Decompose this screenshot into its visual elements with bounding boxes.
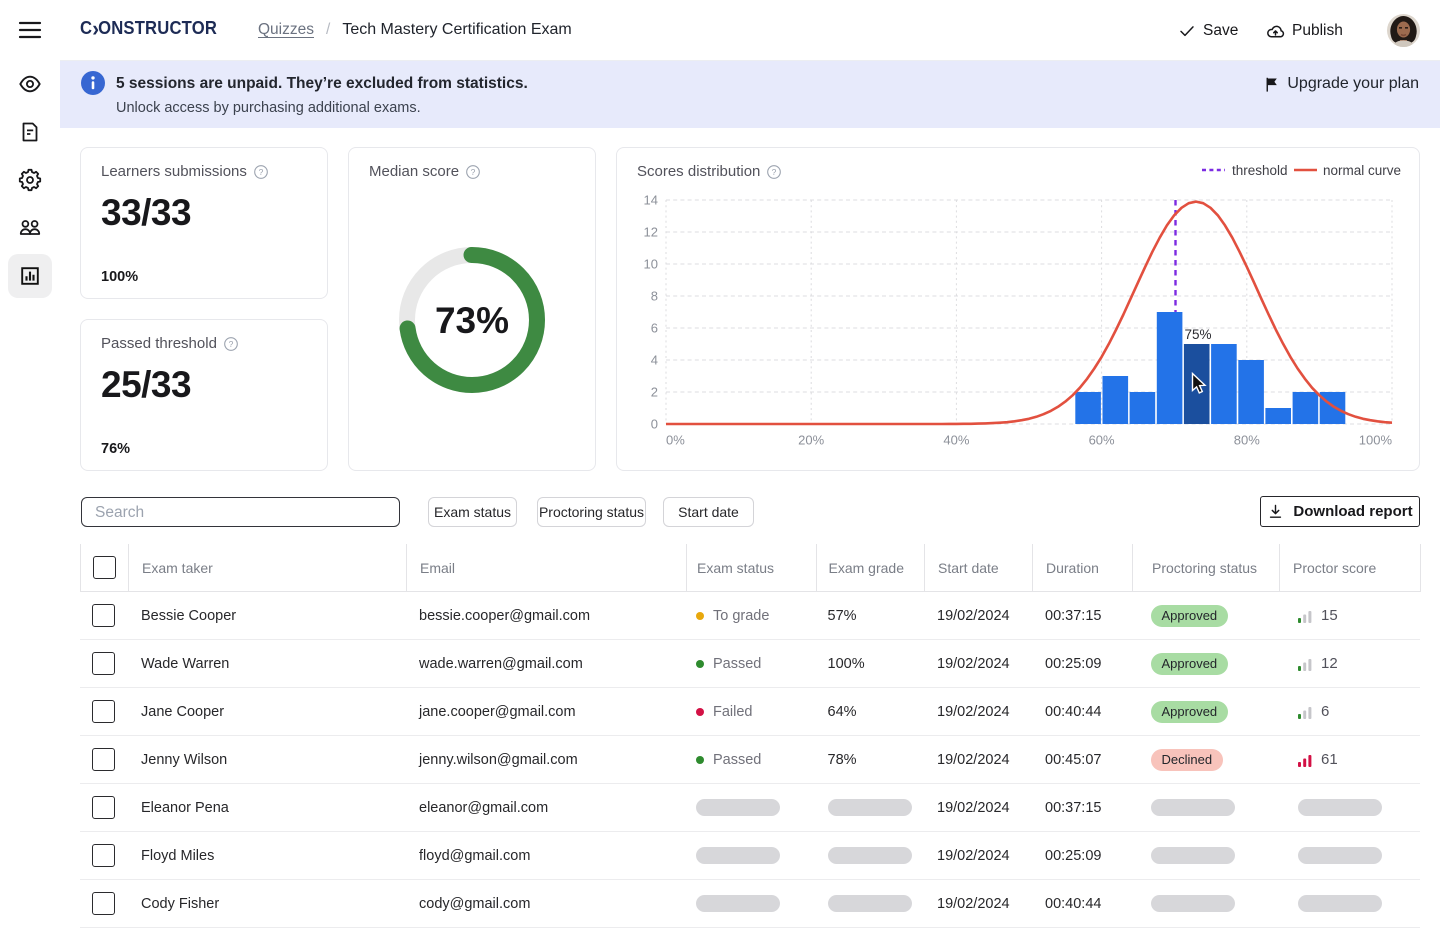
svg-text:75%: 75% [1184,327,1211,342]
svg-text:14: 14 [644,193,658,208]
svg-text:80%: 80% [1234,433,1260,448]
svg-text:threshold: threshold [1232,163,1288,178]
svg-text:?: ? [259,167,264,177]
svg-text:73%: 73% [435,300,509,341]
svg-text:8: 8 [651,289,658,304]
svg-text:?: ? [229,339,234,349]
svg-text:20%: 20% [798,433,824,448]
svg-text:6: 6 [651,321,658,336]
svg-text:40%: 40% [943,433,969,448]
svg-text:normal curve: normal curve [1323,163,1401,178]
svg-text:4: 4 [651,353,658,368]
svg-text:12: 12 [644,225,658,240]
svg-text:0: 0 [651,417,658,432]
svg-text:?: ? [471,167,476,177]
svg-text:100%: 100% [1359,433,1393,448]
svg-text:0%: 0% [666,433,685,448]
svg-text:10: 10 [644,257,658,272]
svg-text:2: 2 [651,385,658,400]
svg-text:60%: 60% [1089,433,1115,448]
